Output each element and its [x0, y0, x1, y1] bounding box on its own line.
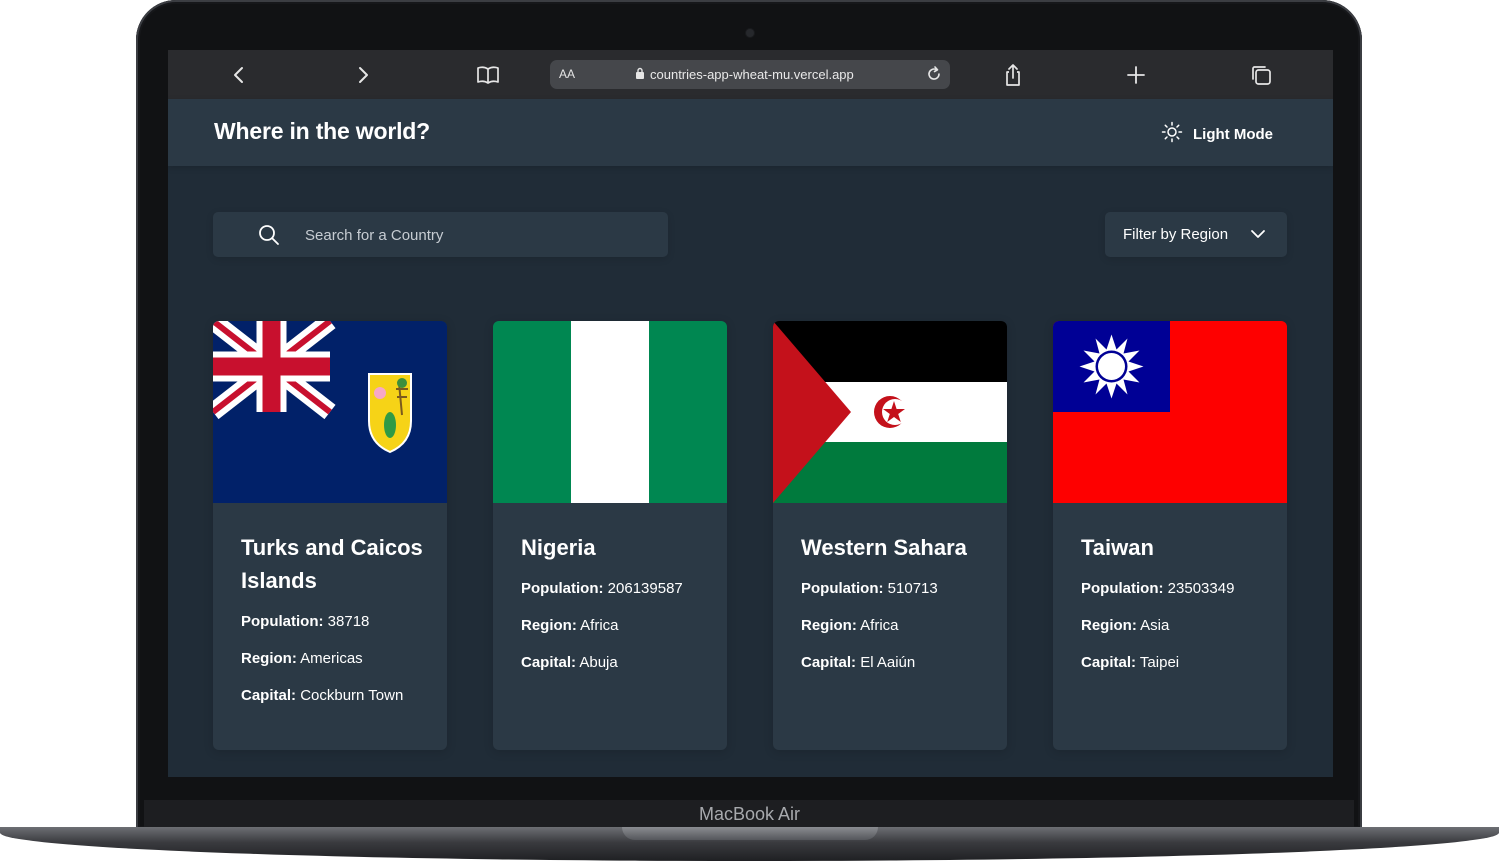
country-card[interactable]: Taiwan Population: 23503349 Region: Asia… — [1053, 321, 1287, 750]
region-fact: Region: Africa — [521, 617, 619, 634]
reload-icon[interactable] — [924, 64, 944, 89]
population-fact: Population: 206139587 — [521, 580, 683, 597]
tabs-overview-icon[interactable] — [1246, 60, 1276, 90]
turks-and-caicos-flag — [213, 321, 447, 503]
back-icon[interactable] — [224, 60, 254, 90]
device-label: MacBook Air — [698, 804, 801, 824]
app-header: Where in the world? Light Mode — [168, 99, 1333, 166]
capital-fact: Capital: Cockburn Town — [241, 687, 404, 704]
search-box — [213, 212, 668, 259]
share-icon[interactable] — [998, 60, 1028, 90]
taiwan-flag — [1053, 321, 1287, 503]
western-sahara-flag — [773, 321, 1007, 503]
population-fact: Population: 510713 — [801, 580, 938, 597]
filter-label: Filter by Region — [1123, 226, 1229, 243]
sun-icon — [1161, 121, 1183, 147]
theme-toggle-button[interactable]: Light Mode — [1161, 121, 1273, 147]
new-tab-icon[interactable] — [1121, 60, 1151, 90]
nigeria-flag — [493, 321, 727, 503]
country-name: Nigeria — [521, 535, 596, 560]
capital-fact: Capital: El Aaiún — [801, 654, 916, 671]
laptop-notch — [622, 827, 878, 840]
search-input[interactable] — [303, 212, 657, 259]
url-text: countries-app-wheat-mu.vercel.app — [650, 67, 854, 82]
chevron-down-icon — [1250, 227, 1266, 245]
country-name: Western Sahara — [801, 535, 967, 560]
population-fact: Population: 38718 — [241, 613, 370, 630]
text-size-button[interactable]: AA — [559, 67, 575, 81]
country-card[interactable]: Turks and Caicos Islands Population: 387… — [213, 321, 447, 750]
capital-fact: Capital: Abuja — [521, 654, 618, 671]
country-name: Taiwan — [1081, 535, 1154, 560]
region-fact: Region: Asia — [1081, 617, 1170, 634]
lock-icon — [635, 67, 645, 82]
region-fact: Region: Americas — [241, 650, 363, 667]
search-icon — [258, 224, 280, 251]
theme-toggle-label: Light Mode — [1193, 125, 1273, 143]
country-card[interactable]: Nigeria Population: 206139587 Region: Af… — [493, 321, 727, 750]
country-name: Turks and Caicos Islands — [241, 535, 423, 593]
region-filter-dropdown[interactable]: Filter by Region — [1105, 212, 1287, 257]
camera — [746, 29, 754, 37]
page-title: Where in the world? — [214, 118, 430, 144]
browser-screen: AA countries-app-wheat-mu.vercel.app Whe… — [168, 50, 1333, 777]
bookmarks-icon[interactable] — [473, 60, 503, 90]
region-fact: Region: Africa — [801, 617, 899, 634]
address-bar[interactable]: AA countries-app-wheat-mu.vercel.app — [550, 60, 950, 89]
population-fact: Population: 23503349 — [1081, 580, 1235, 597]
country-card[interactable]: Western Sahara Population: 510713 Region… — [773, 321, 1007, 750]
browser-toolbar: AA countries-app-wheat-mu.vercel.app — [168, 50, 1333, 100]
forward-icon[interactable] — [348, 60, 378, 90]
capital-fact: Capital: Taipei — [1081, 654, 1180, 671]
